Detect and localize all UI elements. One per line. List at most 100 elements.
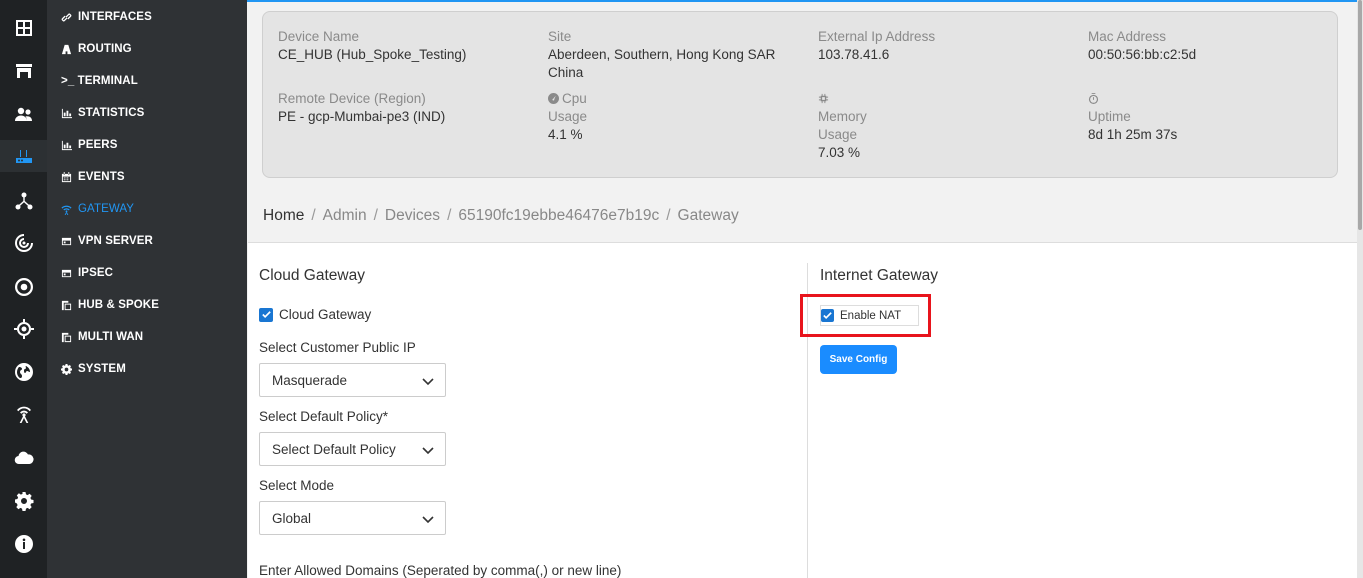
remote-device-block: Remote Device (Region) PE - gcp-Mumbai-p… xyxy=(278,90,445,126)
cloud-gateway-checkbox-row[interactable]: Cloud Gateway xyxy=(259,307,371,322)
external-ip-block: External Ip Address 103.78.41.6 xyxy=(818,28,935,64)
external-ip-label: External Ip Address xyxy=(818,29,936,44)
chip-icon xyxy=(818,91,829,104)
uptime-value: 8d 1h 25m 37s xyxy=(1088,127,1178,142)
memory-label: Memory xyxy=(818,109,867,124)
breadcrumb-devices[interactable]: Devices xyxy=(385,207,440,224)
subnav-item-interfaces[interactable]: INTERFACES xyxy=(61,7,152,27)
subnav-item-peers[interactable]: PEERS xyxy=(61,135,118,155)
scrollbar-thumb[interactable] xyxy=(1358,0,1362,230)
default-policy-select[interactable]: Select Default Policy xyxy=(259,432,446,466)
subnav-item-vpn-server[interactable]: VPN SERVER xyxy=(61,231,153,251)
mode-select[interactable]: Global xyxy=(259,501,446,535)
subnav-item-multi-wan[interactable]: MULTI WAN xyxy=(61,327,143,347)
antenna-icon[interactable] xyxy=(0,398,47,430)
gear-icon xyxy=(61,363,75,375)
info-icon[interactable] xyxy=(0,528,47,560)
chevron-down-icon xyxy=(422,447,434,455)
icon-rail xyxy=(0,0,47,578)
link-icon xyxy=(61,12,75,23)
remote-device-label: Remote Device (Region) xyxy=(278,91,426,106)
crosshair-icon[interactable] xyxy=(0,313,47,345)
subnav-label: MULTI WAN xyxy=(78,331,144,343)
breadcrumb-home[interactable]: Home xyxy=(263,207,304,224)
subnav-label: ROUTING xyxy=(78,43,132,55)
save-config-button[interactable]: Save Config xyxy=(820,345,897,374)
cpu-value: 4.1 % xyxy=(548,127,583,142)
memory-usage-label: Usage xyxy=(818,127,858,142)
subnav-label: HUB & SPOKE xyxy=(78,299,159,311)
enable-nat-checkbox[interactable] xyxy=(821,309,834,322)
store-icon[interactable] xyxy=(0,55,47,87)
breadcrumb-device-id[interactable]: 65190fc19ebbe46476e7b19c xyxy=(458,207,659,224)
subnav-label: IPSEC xyxy=(78,267,114,279)
default-policy-label: Select Default Policy* xyxy=(259,409,389,424)
breadcrumb-admin[interactable]: Admin xyxy=(323,207,367,224)
subnav-item-statistics[interactable]: STATISTICS xyxy=(61,103,144,123)
site-label: Site xyxy=(548,29,572,44)
breadcrumb-separator: / xyxy=(666,207,671,224)
globe-icon[interactable] xyxy=(0,356,47,388)
external-ip-value: 103.78.41.6 xyxy=(818,47,890,62)
device-name-block: Device Name CE_HUB (Hub_Spoke_Testing) xyxy=(278,28,466,64)
subnav-item-gateway[interactable]: GATEWAY xyxy=(61,199,134,219)
subnav-item-events[interactable]: EVENTS xyxy=(61,167,125,187)
uptime-block: Uptime 8d 1h 25m 37s xyxy=(1088,90,1177,144)
bar-chart-icon xyxy=(61,108,75,119)
subnav-item-ipsec[interactable]: IPSEC xyxy=(61,263,113,283)
users-icon[interactable] xyxy=(0,98,47,130)
subnav-label: GATEWAY xyxy=(78,203,135,215)
stopwatch-icon xyxy=(1088,91,1099,104)
mode-value: Global xyxy=(272,510,312,526)
site-block: Site Aberdeen, Southern, Hong Kong SAR C… xyxy=(548,28,775,82)
top-accent-line xyxy=(247,0,1357,2)
enable-nat-label: Enable NAT xyxy=(840,309,902,322)
uptime-label: Uptime xyxy=(1088,109,1131,124)
chevron-down-icon xyxy=(422,516,434,524)
copy-icon xyxy=(61,332,75,343)
router-icon[interactable] xyxy=(0,140,47,172)
cpu-label: Cpu xyxy=(562,91,587,106)
gauge-icon xyxy=(548,91,559,104)
network-icon[interactable] xyxy=(0,185,47,217)
mode-label: Select Mode xyxy=(259,478,335,493)
subnav-item-terminal[interactable]: >_ TERMINAL xyxy=(61,71,138,91)
subnav-label: INTERFACES xyxy=(78,11,152,23)
allowed-domains-label: Enter Allowed Domains (Seperated by comm… xyxy=(259,563,622,578)
subnav-item-hub-spoke[interactable]: HUB & SPOKE xyxy=(61,295,159,315)
breadcrumb: Home / Admin / Devices / 65190fc19ebbe46476e7b… xyxy=(263,207,739,225)
default-policy-value: Select Default Policy xyxy=(272,441,396,457)
cloud-icon[interactable] xyxy=(0,442,47,474)
subnav-label: STATISTICS xyxy=(78,107,145,119)
breadcrumb-separator: / xyxy=(373,207,378,224)
memory-value: 7.03 % xyxy=(818,145,861,160)
breadcrumb-separator: / xyxy=(311,207,316,224)
public-ip-label: Select Customer Public IP xyxy=(259,340,416,355)
radar-icon[interactable] xyxy=(0,227,47,259)
breadcrumb-separator: / xyxy=(447,207,452,224)
dashboard-icon[interactable] xyxy=(0,12,47,44)
subnav-label: EVENTS xyxy=(78,171,125,183)
server-icon xyxy=(61,236,75,247)
subnav-label: VPN SERVER xyxy=(78,235,153,247)
cloud-gateway-checkbox-label: Cloud Gateway xyxy=(279,307,372,322)
target-icon[interactable] xyxy=(0,271,47,303)
subnav-item-routing[interactable]: ROUTING xyxy=(61,39,132,59)
cpu-block: Cpu Usage 4.1 % xyxy=(548,90,587,144)
cpu-usage-label: Usage xyxy=(548,109,588,124)
bar-chart-icon xyxy=(61,140,75,151)
public-ip-value: Masquerade xyxy=(272,372,348,388)
road-icon xyxy=(61,44,75,55)
breadcrumb-current: Gateway xyxy=(677,207,739,224)
copy-icon xyxy=(61,300,75,311)
settings-icon[interactable] xyxy=(0,485,47,517)
page-scrollbar[interactable] xyxy=(1357,0,1363,578)
wifi-icon xyxy=(61,204,75,215)
site-value-cont: China xyxy=(548,65,584,80)
subnav-item-system[interactable]: SYSTEM xyxy=(61,359,126,379)
cloud-gateway-checkbox[interactable] xyxy=(259,307,273,322)
device-name-value: CE_HUB (Hub_Spoke_Testing) xyxy=(278,47,467,62)
enable-nat-checkbox-row[interactable]: Enable NAT xyxy=(820,305,919,326)
subnav-label: PEERS xyxy=(78,139,118,151)
public-ip-select[interactable]: Masquerade xyxy=(259,363,446,397)
